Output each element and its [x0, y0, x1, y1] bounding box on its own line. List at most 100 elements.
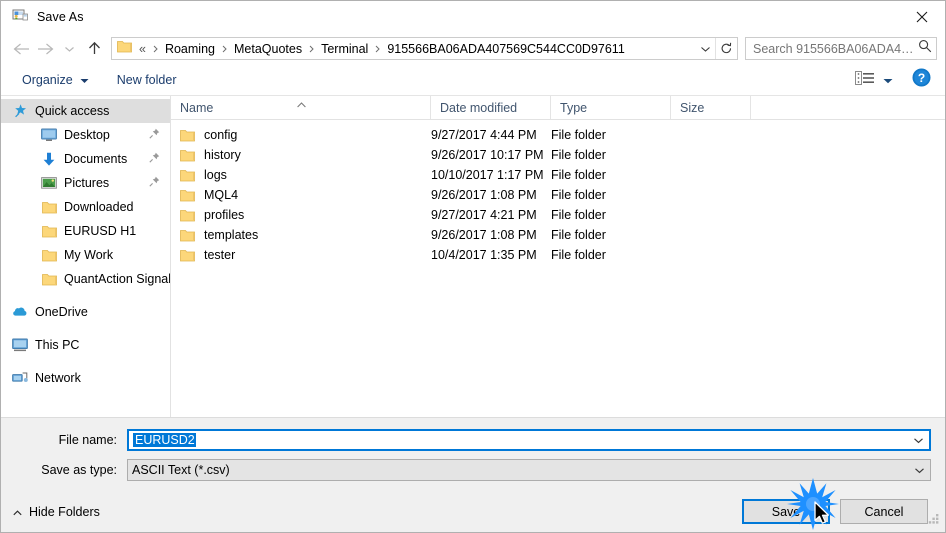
- address-bar[interactable]: « Roaming MetaQuotes Terminal 915566BA06…: [111, 37, 738, 60]
- breadcrumb-item-instance[interactable]: 915566BA06ADA407569C544CC0D97611: [384, 42, 627, 56]
- forward-button[interactable]: [33, 37, 57, 61]
- column-header-name[interactable]: Name: [171, 96, 431, 119]
- file-name-cell: logs: [171, 168, 431, 182]
- column-header-label: Date modified: [440, 100, 518, 115]
- documents-icon: [41, 151, 57, 167]
- sidebar-item-documents[interactable]: Documents: [1, 147, 170, 171]
- table-row[interactable]: logs 10/10/2017 1:17 PM File folder: [171, 165, 945, 185]
- back-button[interactable]: [9, 37, 33, 61]
- file-type: File folder: [551, 228, 606, 242]
- column-header-label: Name: [180, 100, 214, 115]
- view-layout-icon: [855, 70, 875, 91]
- file-name: config: [204, 128, 238, 142]
- sort-ascending-icon: [296, 97, 306, 111]
- resize-grip[interactable]: [927, 510, 941, 529]
- save-as-type-select[interactable]: ASCII Text (*.csv): [127, 459, 931, 481]
- sidebar-item-network[interactable]: Network: [1, 366, 170, 390]
- star-pin-icon: [12, 103, 28, 119]
- folder-icon: [180, 189, 196, 202]
- sidebar-item-quick-access[interactable]: Quick access: [1, 99, 170, 123]
- table-row[interactable]: profiles 9/27/2017 4:21 PM File folder: [171, 205, 945, 225]
- file-name-value: EURUSD2: [129, 433, 907, 447]
- column-header-size[interactable]: Size: [671, 96, 751, 119]
- table-row[interactable]: MQL4 9/26/2017 1:08 PM File folder: [171, 185, 945, 205]
- breadcrumb-overflow[interactable]: «: [136, 42, 149, 56]
- dialog-footer: Hide Folders Save Cancel: [1, 491, 945, 532]
- close-button[interactable]: [899, 1, 945, 32]
- sidebar-item-downloaded[interactable]: Downloaded: [1, 195, 170, 219]
- pin-icon[interactable]: [149, 152, 160, 166]
- chevron-down-icon[interactable]: [908, 467, 930, 474]
- pin-icon[interactable]: [149, 128, 160, 142]
- hide-folders-label: Hide Folders: [29, 504, 100, 519]
- file-name-cell: MQL4: [171, 188, 431, 202]
- file-name-cell: profiles: [171, 208, 431, 222]
- file-date: 9/26/2017 1:08 PM: [431, 188, 537, 202]
- address-bar-row: « Roaming MetaQuotes Terminal 915566BA06…: [1, 32, 945, 65]
- chevron-down-icon: [883, 71, 893, 89]
- chevron-down-icon[interactable]: [695, 38, 715, 59]
- new-folder-button[interactable]: New folder: [110, 70, 184, 90]
- window-title: Save As: [37, 9, 84, 24]
- cancel-button[interactable]: Cancel: [840, 499, 928, 524]
- hide-folders-button[interactable]: Hide Folders: [13, 505, 100, 519]
- file-list-rows: config 9/27/2017 4:44 PM File folder his…: [171, 120, 945, 417]
- breadcrumb-item-terminal[interactable]: Terminal: [318, 42, 371, 56]
- breadcrumb-item-roaming[interactable]: Roaming: [162, 42, 218, 56]
- column-header-type[interactable]: Type: [551, 96, 671, 119]
- breadcrumb-separator-icon: [149, 45, 162, 53]
- file-date: 9/27/2017 4:44 PM: [431, 128, 537, 142]
- folder-icon: [41, 199, 57, 215]
- sidebar-item-onedrive[interactable]: OneDrive: [1, 300, 170, 324]
- file-type: File folder: [551, 128, 606, 142]
- organize-button[interactable]: Organize: [15, 70, 96, 90]
- sidebar-item-this-pc[interactable]: This PC: [1, 333, 170, 357]
- search-placeholder: Search 915566BA06ADA40756...: [753, 41, 918, 56]
- chevron-down-icon[interactable]: [907, 437, 929, 444]
- organize-label: Organize: [22, 73, 73, 87]
- folder-icon: [180, 229, 196, 242]
- file-name-row: File name: EURUSD2: [15, 429, 931, 451]
- breadcrumb-item-metaquotes[interactable]: MetaQuotes: [231, 42, 305, 56]
- new-folder-label: New folder: [116, 73, 177, 87]
- file-date: 9/27/2017 4:21 PM: [431, 208, 537, 222]
- table-row[interactable]: history 9/26/2017 10:17 PM File folder: [171, 145, 945, 165]
- table-row[interactable]: config 9/27/2017 4:44 PM File folder: [171, 125, 945, 145]
- column-header-date-modified[interactable]: Date modified: [431, 96, 551, 119]
- sidebar-item-quantaction-signal[interactable]: QuantAction Signal: [1, 267, 170, 291]
- file-date: 9/26/2017 10:17 PM: [431, 148, 544, 162]
- file-name: tester: [204, 248, 236, 262]
- change-view-button[interactable]: [850, 68, 898, 93]
- search-input[interactable]: Search 915566BA06ADA40756...: [745, 37, 937, 60]
- svg-text:?: ?: [918, 71, 925, 85]
- cancel-button-label: Cancel: [864, 504, 904, 519]
- sidebar-item-label: Pictures: [64, 176, 110, 190]
- file-name: logs: [204, 168, 227, 182]
- file-type: File folder: [551, 188, 606, 202]
- onedrive-icon: [12, 304, 28, 320]
- recent-locations-button[interactable]: [57, 37, 81, 61]
- table-row[interactable]: templates 9/26/2017 1:08 PM File folder: [171, 225, 945, 245]
- file-name: MQL4: [204, 188, 239, 202]
- sidebar-item-label: OneDrive: [35, 305, 88, 319]
- folder-icon: [41, 223, 57, 239]
- file-name-label: File name:: [58, 433, 117, 447]
- sidebar-item-pictures[interactable]: Pictures: [1, 171, 170, 195]
- help-button[interactable]: ?: [912, 68, 931, 92]
- sidebar-item-my-work[interactable]: My Work: [1, 243, 170, 267]
- file-name-cell: config: [171, 128, 431, 142]
- sidebar-item-label: This PC: [35, 338, 80, 352]
- save-button[interactable]: Save: [742, 499, 830, 524]
- folder-icon: [180, 169, 196, 182]
- file-name-input[interactable]: EURUSD2: [127, 429, 931, 451]
- sidebar-item-desktop[interactable]: Desktop: [1, 123, 170, 147]
- chevron-up-icon: [13, 505, 22, 519]
- sidebar-item-eurusd-h1[interactable]: EURUSD H1: [1, 219, 170, 243]
- table-row[interactable]: tester 10/4/2017 1:35 PM File folder: [171, 245, 945, 265]
- pin-icon[interactable]: [149, 176, 160, 190]
- dialog-body: Quick access Desktop Documents Pictures …: [1, 95, 945, 417]
- this-pc-icon: [12, 337, 28, 353]
- up-one-level-button[interactable]: [81, 37, 107, 61]
- save-as-type-value: ASCII Text (*.csv): [132, 463, 230, 477]
- refresh-icon[interactable]: [715, 38, 737, 59]
